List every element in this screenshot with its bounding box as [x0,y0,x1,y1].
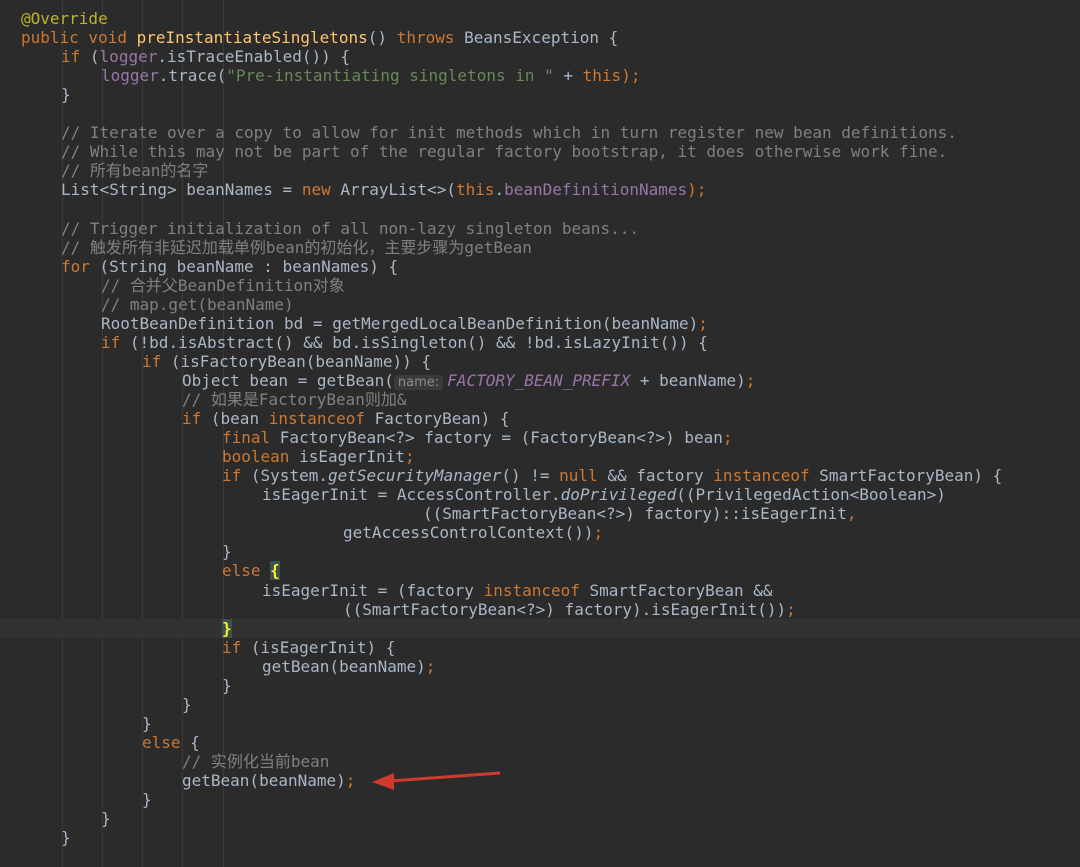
arrow-shaft [389,771,501,783]
arrow-head [372,773,394,790]
code-editor[interactable]: @Override public void preInstantiateSingl… [0,0,1080,867]
annotation-arrow [372,771,501,790]
